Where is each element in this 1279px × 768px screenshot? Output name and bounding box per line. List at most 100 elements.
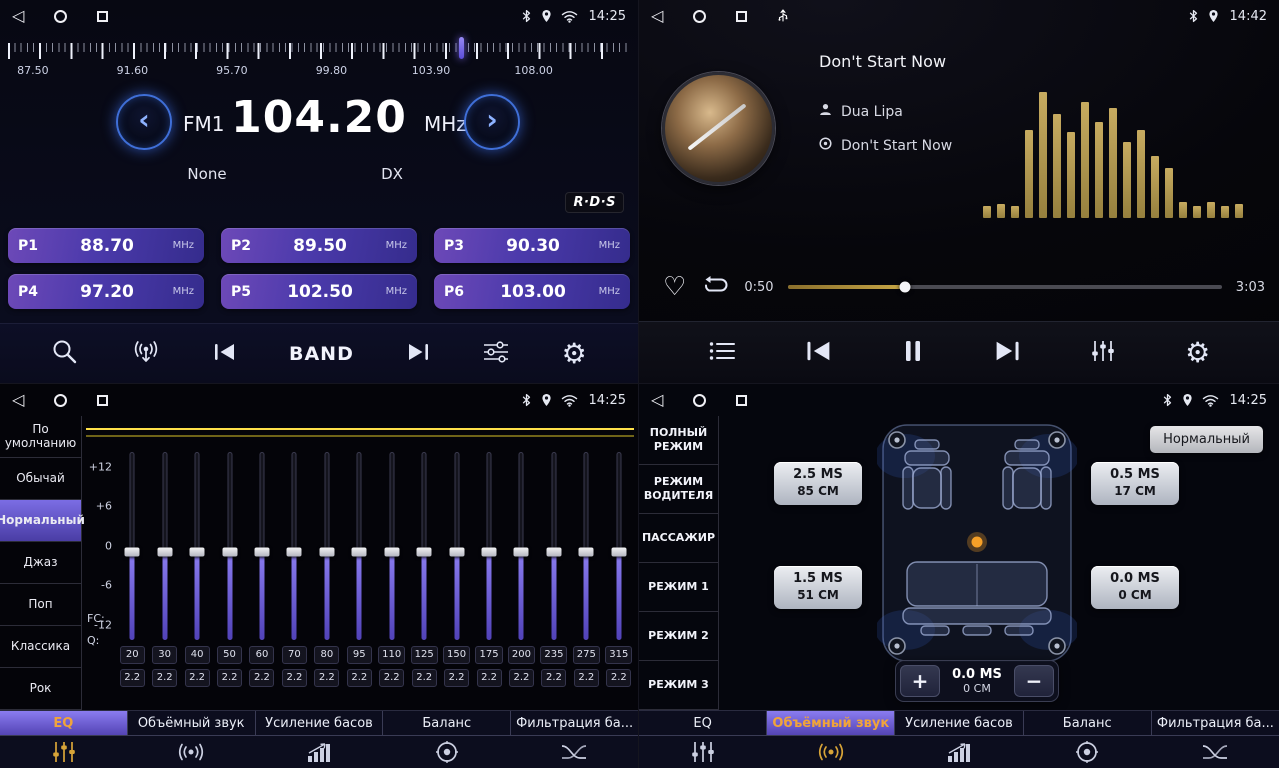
- delay-front-left[interactable]: 2.5 MS 85 CM: [774, 462, 862, 505]
- eq-slider-handle[interactable]: [125, 547, 140, 556]
- eq-slider-handle[interactable]: [482, 547, 497, 556]
- equalizer-button[interactable]: [1090, 339, 1116, 367]
- playlist-button[interactable]: [708, 340, 736, 366]
- eq-preset-normal[interactable]: Нормальный: [0, 500, 81, 542]
- eq-preset-jazz[interactable]: Джаз: [0, 542, 81, 584]
- eq-slider-handle[interactable]: [514, 547, 529, 556]
- eq-band-slider[interactable]: [376, 452, 408, 640]
- nav-recents-button[interactable]: [97, 395, 108, 406]
- mode-driver[interactable]: РЕЖИМ ВОДИТЕЛЯ: [639, 465, 718, 514]
- tab-surround[interactable]: Объёмный звук: [767, 711, 895, 735]
- eq-band-slider[interactable]: [570, 452, 602, 640]
- eq-slider-handle[interactable]: [579, 547, 594, 556]
- scan-search-button[interactable]: [51, 338, 79, 370]
- eq-preset-pop[interactable]: Поп: [0, 584, 81, 626]
- tab-eq[interactable]: EQ: [0, 711, 128, 735]
- tab-balance[interactable]: Баланс: [1024, 711, 1152, 735]
- eq-band-slider[interactable]: [148, 452, 180, 640]
- eq-band-slider[interactable]: [343, 452, 375, 640]
- tab-balance[interactable]: Баланс: [383, 711, 511, 735]
- eq-band-slider[interactable]: [278, 452, 310, 640]
- tab-filter[interactable]: Фильтрация ба...: [1152, 711, 1279, 735]
- eq-band-slider[interactable]: [408, 452, 440, 640]
- tab-filter[interactable]: Фильтрация ба...: [511, 711, 638, 735]
- bass-boost-tab-icon[interactable]: [255, 736, 383, 768]
- preset-button-p1[interactable]: P1 88.70 MHz: [8, 228, 204, 263]
- tab-bass-boost[interactable]: Усиление басов: [256, 711, 384, 735]
- eq-slider-handle[interactable]: [190, 547, 205, 556]
- nav-back-button[interactable]: ◁: [651, 8, 663, 24]
- pause-button[interactable]: [903, 339, 923, 367]
- nav-back-button[interactable]: ◁: [12, 8, 24, 24]
- delay-front-right[interactable]: 0.5 MS 17 CM: [1091, 462, 1179, 505]
- nav-home-button[interactable]: [54, 10, 67, 23]
- equalizer-button[interactable]: [482, 340, 510, 368]
- nav-back-button[interactable]: ◁: [651, 392, 663, 408]
- mode-2[interactable]: РЕЖИМ 2: [639, 612, 718, 661]
- tab-bass-boost[interactable]: Усиление басов: [895, 711, 1023, 735]
- preset-button-p6[interactable]: P6 103.00 MHz: [434, 274, 630, 309]
- preset-button-p4[interactable]: P4 97.20 MHz: [8, 274, 204, 309]
- previous-track-button[interactable]: [804, 339, 834, 367]
- surround-tab-icon[interactable]: [767, 736, 895, 768]
- decrease-delay-button[interactable]: −: [1014, 665, 1054, 697]
- eq-slider-handle[interactable]: [287, 547, 302, 556]
- eq-band-slider[interactable]: [213, 452, 245, 640]
- repeat-button[interactable]: [700, 275, 730, 299]
- band-button[interactable]: BAND: [289, 343, 354, 365]
- eq-preset-custom[interactable]: Обычай: [0, 458, 81, 500]
- preset-button-p3[interactable]: P3 90.30 MHz: [434, 228, 630, 263]
- eq-band-slider[interactable]: [181, 452, 213, 640]
- player-progress-thumb[interactable]: [899, 282, 910, 293]
- surround-preset-badge[interactable]: Нормальный: [1150, 426, 1263, 453]
- eq-band-slider[interactable]: [116, 452, 148, 640]
- nav-recents-button[interactable]: [736, 11, 747, 22]
- nav-back-button[interactable]: ◁: [12, 392, 24, 408]
- eq-band-slider[interactable]: [440, 452, 472, 640]
- eq-slider-handle[interactable]: [546, 547, 561, 556]
- favorite-button[interactable]: ♡: [663, 274, 686, 300]
- increase-delay-button[interactable]: +: [900, 665, 940, 697]
- settings-button[interactable]: ⚙: [1185, 339, 1210, 367]
- delay-rear-right[interactable]: 0.0 MS 0 CM: [1091, 566, 1179, 609]
- next-track-button[interactable]: [992, 339, 1022, 367]
- mode-3[interactable]: РЕЖИМ 3: [639, 661, 718, 710]
- eq-slider-handle[interactable]: [254, 547, 269, 556]
- nav-recents-button[interactable]: [97, 11, 108, 22]
- eq-slider-handle[interactable]: [417, 547, 432, 556]
- eq-band-slider[interactable]: [505, 452, 537, 640]
- tune-up-button[interactable]: ›: [464, 94, 520, 150]
- eq-slider-handle[interactable]: [319, 547, 334, 556]
- nav-home-button[interactable]: [693, 10, 706, 23]
- filter-tab-icon[interactable]: [510, 736, 638, 768]
- nav-recents-button[interactable]: [736, 395, 747, 406]
- eq-preset-rock[interactable]: Рок: [0, 668, 81, 710]
- progress-bar[interactable]: [788, 285, 1222, 289]
- mode-full[interactable]: ПОЛНЫЙ РЕЖИМ: [639, 416, 718, 465]
- filter-tab-icon[interactable]: [1151, 736, 1279, 768]
- tab-surround[interactable]: Объёмный звук: [128, 711, 256, 735]
- bass-boost-tab-icon[interactable]: [895, 736, 1023, 768]
- mode-passenger[interactable]: ПАССАЖИР: [639, 514, 718, 563]
- eq-slider-handle[interactable]: [611, 547, 626, 556]
- eq-slider-handle[interactable]: [222, 547, 237, 556]
- eq-band-slider[interactable]: [603, 452, 635, 640]
- balance-tab-icon[interactable]: [383, 736, 511, 768]
- next-station-button[interactable]: [405, 342, 431, 366]
- eq-band-slider[interactable]: [311, 452, 343, 640]
- eq-band-slider[interactable]: [473, 452, 505, 640]
- preset-button-p2[interactable]: P2 89.50 MHz: [221, 228, 417, 263]
- eq-slider-handle[interactable]: [157, 547, 172, 556]
- delay-rear-left[interactable]: 1.5 MS 51 CM: [774, 566, 862, 609]
- tuner-position-indicator[interactable]: [459, 37, 464, 59]
- previous-station-button[interactable]: [212, 342, 238, 366]
- eq-slider-handle[interactable]: [449, 547, 464, 556]
- balance-tab-icon[interactable]: [1023, 736, 1151, 768]
- eq-tab-icon[interactable]: [639, 736, 767, 768]
- eq-slider-handle[interactable]: [384, 547, 399, 556]
- eq-preset-default[interactable]: По умолчанию: [0, 416, 81, 458]
- auto-tune-button[interactable]: [131, 340, 161, 368]
- eq-band-slider[interactable]: [246, 452, 278, 640]
- surround-tab-icon[interactable]: [128, 736, 256, 768]
- nav-home-button[interactable]: [54, 394, 67, 407]
